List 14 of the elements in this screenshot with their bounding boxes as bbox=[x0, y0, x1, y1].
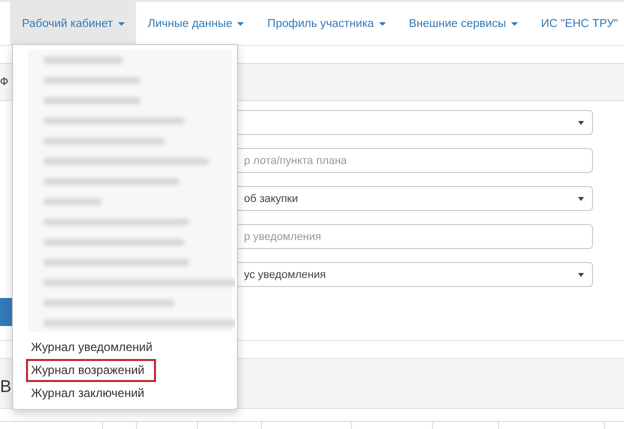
caret-icon bbox=[578, 196, 584, 200]
search-button[interactable] bbox=[0, 298, 12, 326]
caret-icon bbox=[578, 120, 584, 124]
nav-tab[interactable]: ИС "ЕНС ТРУ" bbox=[528, 2, 624, 45]
nav-tab[interactable]: Рабочий кабинет bbox=[10, 2, 136, 45]
nav-tab[interactable]: Личные данные bbox=[136, 2, 256, 45]
panel-title: Ф bbox=[0, 76, 8, 88]
nav-tab[interactable]: Профиль участника bbox=[255, 2, 397, 45]
menu-item[interactable]: Журнал заключений bbox=[26, 382, 150, 405]
caret-icon bbox=[578, 272, 584, 276]
menu-item[interactable]: Журнал уведомлений bbox=[26, 336, 158, 359]
nav-tab[interactable]: Внешние сервисы bbox=[396, 2, 529, 45]
section-title: В bbox=[0, 376, 12, 396]
menu-item[interactable]: Журнал возражений bbox=[26, 359, 156, 382]
